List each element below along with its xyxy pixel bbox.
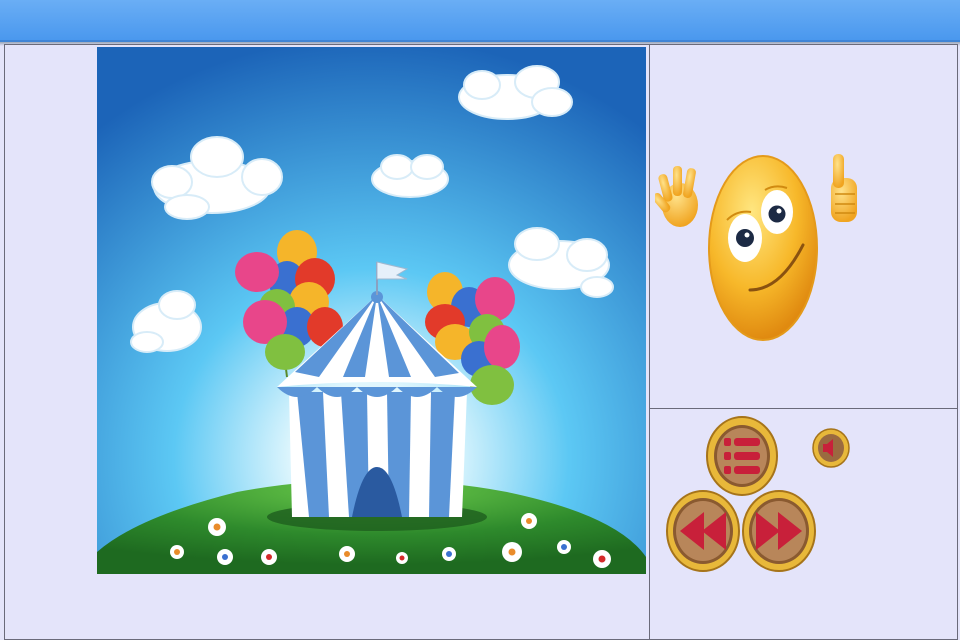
list-icon <box>706 416 778 496</box>
cloud <box>371 154 449 198</box>
fast-forward-icon <box>742 490 816 572</box>
circus-scene-picture[interactable] <box>97 47 646 574</box>
rewind-icon <box>666 490 740 572</box>
title-bar <box>0 0 960 42</box>
next-button[interactable] <box>742 490 816 572</box>
sound-button[interactable] <box>812 428 850 468</box>
waving-hand-icon <box>652 166 698 227</box>
speaker-icon <box>812 428 850 468</box>
thumbs-up-icon <box>831 154 857 222</box>
game-window <box>0 0 960 640</box>
eye <box>736 229 754 247</box>
eye <box>768 205 786 223</box>
smiley-thumbs-up-character <box>652 150 865 345</box>
menu-button[interactable] <box>706 416 778 496</box>
previous-button[interactable] <box>666 490 740 572</box>
